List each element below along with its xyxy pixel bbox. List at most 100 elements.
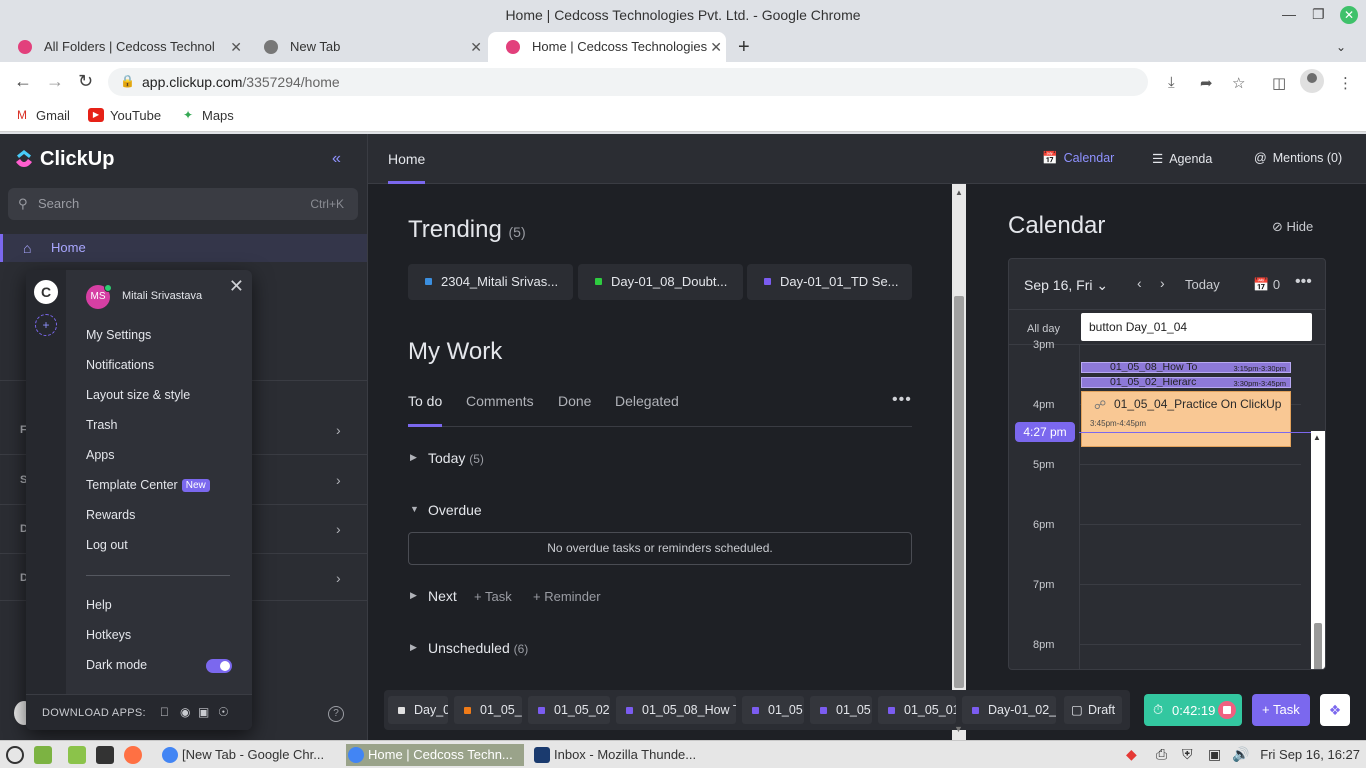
shield-icon[interactable]: ⛨ [1182,746,1193,763]
scrollbar-thumb[interactable] [1314,623,1322,669]
maximize-icon[interactable]: ❐ [1312,6,1325,23]
calendar-button[interactable]: 📅 Calendar [1042,151,1114,166]
chevron-right-icon[interactable]: › [336,570,341,586]
event-count[interactable]: 📅 0 [1253,277,1280,293]
address-bar[interactable]: 🔒 app.clickup.com/3357294/home [108,68,1148,96]
scroll-down-icon[interactable]: ▼ [954,724,963,734]
browser-tab-new-tab[interactable]: New Tab ✕ [246,32,486,62]
file-manager-icon[interactable] [34,746,52,764]
new-task-button[interactable]: + Task [1252,694,1310,726]
group-overdue[interactable]: ▼ Overdue [408,502,482,518]
minimize-icon[interactable]: — [1282,6,1296,22]
chevron-right-icon[interactable]: › [336,422,341,438]
tray-task-chip[interactable]: 01_05 [742,696,804,724]
draft-chip[interactable]: ▢ Draft [1064,696,1122,724]
browser-tab-home[interactable]: Home | Cedcoss Technologies ✕ [488,32,726,62]
workspace-avatar[interactable]: C [32,278,60,306]
tray-task-chip[interactable]: 01_05_02 [528,696,610,724]
tab-close-icon[interactable]: ✕ [470,32,482,62]
chrome-extension-icon[interactable]: ☉ [218,705,229,719]
timer-widget[interactable]: ⏱ 0:42:19 [1144,694,1242,726]
more-options-icon[interactable]: ••• [1295,273,1312,291]
taskbar-app-chrome-newtab[interactable]: [New Tab - Google Chr... [160,744,340,766]
close-icon[interactable]: ✕ [229,276,244,297]
menu-item-hotkeys[interactable]: Hotkeys [86,628,131,642]
sidebar-item-home[interactable]: ⌂ Home [0,234,367,262]
calendar-event[interactable]: ☍ 01_05_04_Practice On ClickUp 3:45pm-4:… [1081,391,1291,447]
calendar-event[interactable]: 01_05_02_Hierarc 3:30pm-3:45pm [1081,377,1291,388]
tab-search-chevron-icon[interactable]: ⌄ [1336,40,1346,54]
group-unscheduled[interactable]: ▶ Unscheduled (6) [408,640,528,656]
back-icon[interactable]: ← [14,71,32,92]
agenda-button[interactable]: ☰ Agenda [1152,151,1212,166]
menu-item-notifications[interactable]: Notifications [86,358,154,372]
tray-task-chip[interactable]: Day_0 [388,696,448,724]
tab-done[interactable]: Done [558,393,591,409]
new-tab-icon[interactable]: + [738,36,750,59]
menu-item-trash[interactable]: Trash [86,418,118,432]
all-day-event[interactable]: button Day_01_04 [1081,313,1312,341]
menu-item-help[interactable]: Help [86,598,112,612]
scrollbar-thumb[interactable] [954,296,964,688]
tray-task-chip[interactable]: Day-01_02_C [962,696,1056,724]
tab-to-do[interactable]: To do [408,393,442,409]
install-icon[interactable]: ⤓ [1168,74,1175,91]
menu-item-log-out[interactable]: Log out [86,538,128,552]
tab-delegated[interactable]: Delegated [615,393,679,409]
tab-home[interactable]: Home [388,151,425,167]
today-button[interactable]: Today [1185,277,1220,292]
side-panel-icon[interactable]: ◫ [1272,74,1286,92]
bookmark-gmail[interactable]: M Gmail [14,108,70,123]
desktop-icon[interactable]: ▣ [198,705,209,719]
folder-icon[interactable] [68,746,86,764]
system-menu-icon[interactable] [6,746,24,764]
bookmark-maps[interactable]: ✦ Maps [180,108,234,123]
bookmark-youtube[interactable]: ▶ YouTube [88,108,161,123]
hide-calendar-button[interactable]: ⊘ Hide [1272,219,1313,235]
clickup-logo[interactable]: ClickUp [14,148,114,171]
menu-item-layout[interactable]: Layout size & style [86,388,190,402]
tray-task-chip[interactable]: 01_05 [810,696,872,724]
menu-item-my-settings[interactable]: My Settings [86,328,151,342]
add-reminder-link[interactable]: + Reminder [533,589,601,604]
trending-card[interactable]: Day-01_08_Doubt... [578,264,743,300]
chrome-profile-avatar[interactable] [1300,69,1324,93]
network-icon[interactable]: ▣ [1208,746,1221,763]
calendar-date-picker[interactable]: Sep 16, Fri ⌄ [1024,277,1108,294]
tray-task-chip[interactable]: 01_05_08_How T [616,696,736,724]
trending-card[interactable]: Day-01_01_TD Se... [747,264,912,300]
android-icon[interactable]: ◉ [180,705,190,719]
collapse-sidebar-icon[interactable]: « [332,150,341,168]
tray-task-chip[interactable]: 01_05_ [454,696,522,724]
clipboard-icon[interactable]: ⎙ [1156,746,1167,763]
share-icon[interactable]: ➦ [1200,74,1213,92]
help-icon[interactable]: ? [328,706,344,722]
next-day-icon[interactable]: › [1160,275,1165,291]
menu-item-template-center[interactable]: Template Center New [86,478,210,492]
menu-item-apps[interactable]: Apps [86,448,115,462]
tab-close-icon[interactable]: ✕ [230,32,242,62]
reload-icon[interactable]: ↻ [78,71,93,92]
apple-icon[interactable]:  [160,705,169,719]
add-task-link[interactable]: + Task [474,589,512,604]
bookmark-star-icon[interactable]: ☆ [1232,74,1245,92]
group-next[interactable]: ▶ Next [408,588,457,604]
quick-apps-icon[interactable]: ❖ [1320,694,1350,726]
trending-card[interactable]: 2304_Mitali Srivas... [408,264,573,300]
firefox-icon[interactable] [124,746,142,764]
chrome-menu-icon[interactable]: ⋮ [1338,74,1353,92]
mentions-button[interactable]: @ Mentions (0) [1254,151,1342,165]
tab-comments[interactable]: Comments [466,393,534,409]
menu-item-rewards[interactable]: Rewards [86,508,135,522]
terminal-icon[interactable] [96,746,114,764]
add-workspace-icon[interactable]: + [35,314,57,336]
calendar-event[interactable]: 01_05_08_How To 3:15pm-3:30pm [1081,362,1291,373]
tray-task-chip[interactable]: 01_05_01 [878,696,956,724]
group-today[interactable]: ▶ Today (5) [408,450,484,466]
stop-timer-icon[interactable] [1218,701,1236,719]
chevron-right-icon[interactable]: › [336,472,341,488]
chevron-right-icon[interactable]: › [336,521,341,537]
forward-icon[interactable]: → [46,71,64,92]
browser-tab-all-folders[interactable]: All Folders | Cedcoss Technol ✕ [0,32,246,62]
volume-icon[interactable]: 🔊 [1232,746,1249,763]
